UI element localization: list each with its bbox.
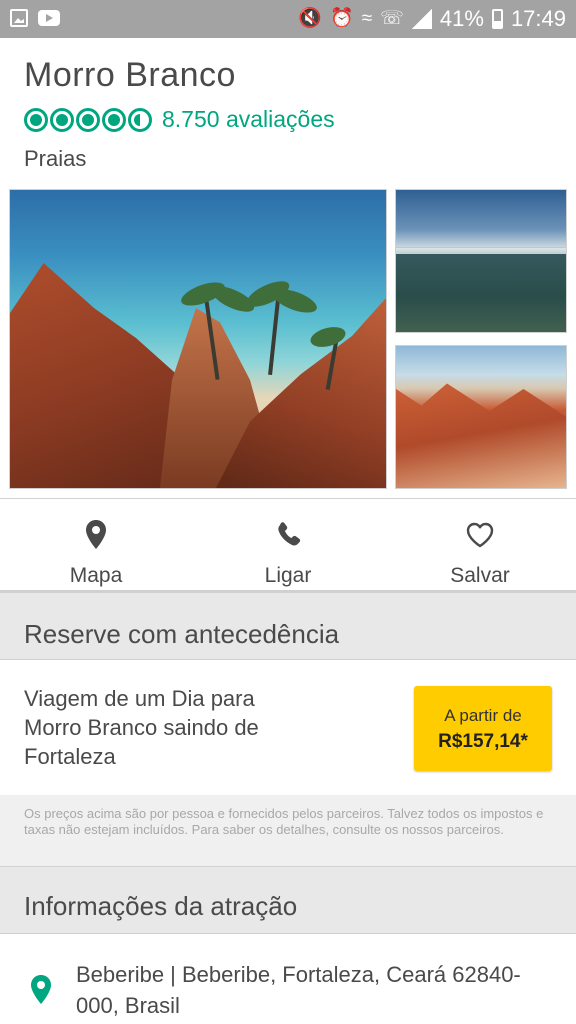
clock: 17:49 <box>510 6 566 31</box>
battery-icon <box>491 9 503 29</box>
image-notification-icon <box>10 9 28 27</box>
heart-icon <box>466 522 494 548</box>
info-section-header: Informações da atração <box>0 867 576 934</box>
price-amount: R$157,14* <box>438 731 528 752</box>
attraction-category: Praias <box>24 146 87 171</box>
youtube-icon <box>38 10 60 26</box>
save-button[interactable]: Salvar <box>384 510 576 590</box>
attraction-address[interactable]: Beberibe | Beberibe, Fortaleza, Ceará 62… <box>76 959 556 1021</box>
map-button[interactable]: Mapa <box>0 510 192 590</box>
price-disclaimer: Os preços acima são por pessoa e forneci… <box>0 795 576 867</box>
rating-bubble-full-icon <box>24 107 48 132</box>
rating-bubble-full-icon <box>50 107 74 132</box>
alarm-icon: ⏰ <box>330 8 354 29</box>
phone-icon <box>278 522 301 546</box>
location-pin-icon <box>31 975 51 1004</box>
phone-icon: ☏ <box>380 8 404 29</box>
thumbnail-photo-beach[interactable] <box>395 189 567 333</box>
review-count-link[interactable]: 8.750 avaliações <box>162 106 335 133</box>
price-button[interactable]: A partir de R$157,14* <box>414 686 552 771</box>
booking-section-title: Reserve com antecedência <box>24 619 340 649</box>
battery-percent: 41% <box>439 6 484 31</box>
rating-bubble-full-icon <box>102 107 126 132</box>
status-bar: 🔇 ⏰ ≈ ☏ 41% 17:49 <box>0 0 576 38</box>
signal-icon <box>411 9 432 29</box>
price-prefix: A partir de <box>444 706 522 725</box>
call-button[interactable]: Ligar <box>192 510 384 590</box>
rating[interactable]: 8.750 avaliações <box>24 106 335 133</box>
tour-title[interactable]: Viagem de um Dia para Morro Branco saind… <box>24 684 314 771</box>
divider <box>0 498 576 499</box>
info-section-title: Informações da atração <box>24 891 298 921</box>
rating-bubble-full-icon <box>76 107 100 132</box>
wifi-icon: ≈ <box>361 8 373 29</box>
map-pin-icon <box>86 520 106 549</box>
main-photo[interactable] <box>9 189 387 489</box>
mute-icon: 🔇 <box>298 8 323 29</box>
attraction-title: Morro Branco <box>24 56 236 94</box>
rating-bubble-half-icon <box>128 107 152 132</box>
booking-section-header: Reserve com antecedência <box>0 590 576 660</box>
thumbnail-photo-cliffs[interactable] <box>395 345 567 489</box>
